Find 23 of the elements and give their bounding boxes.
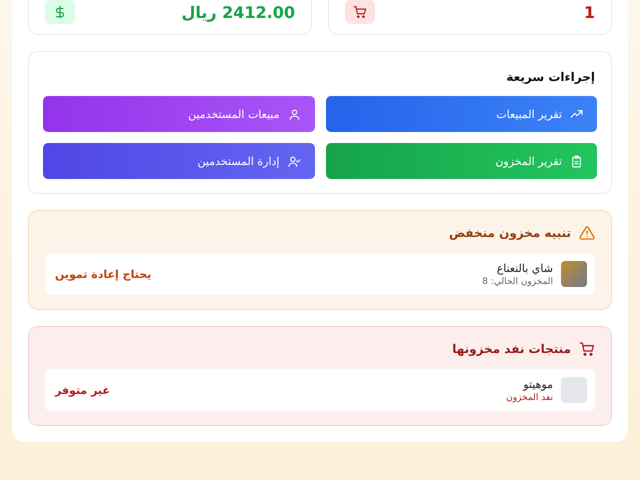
stock-detail: المخزون الحالي: 8 — [481, 276, 553, 286]
stock-status: يحتاج إعادة تموين — [55, 268, 152, 280]
stock-detail: نفد المخزون — [505, 392, 553, 402]
stock-status: غير متوفر — [55, 384, 110, 396]
stat-value: 1 — [584, 2, 595, 22]
product-name: موهيتو — [522, 378, 553, 390]
user-icon — [288, 108, 300, 120]
alert-title: تنبيه مخزون منخفض — [448, 226, 571, 240]
user-check-icon — [288, 154, 300, 168]
cart-icon — [579, 341, 595, 357]
alert-title: منتجات نفد مخزونها — [452, 342, 571, 356]
clipboard-icon — [570, 154, 583, 168]
product-name: شاي بالنعناع — [496, 262, 553, 274]
action-button[interactable]: إدارة المستخدمين — [43, 143, 314, 179]
action-button[interactable]: مبيعات المستخدمين — [43, 96, 314, 132]
photo-placeholder — [561, 261, 587, 287]
warning-icon — [579, 225, 595, 241]
trending-up-icon — [570, 108, 583, 120]
action-button[interactable]: تقرير المخزون — [326, 143, 597, 179]
photo-placeholder — [561, 377, 587, 403]
action-button[interactable]: تقرير المبيعات — [326, 96, 597, 132]
section-title: إجراءات سريعة — [505, 70, 595, 84]
stat-value: 2412.00 ريال — [181, 2, 295, 22]
